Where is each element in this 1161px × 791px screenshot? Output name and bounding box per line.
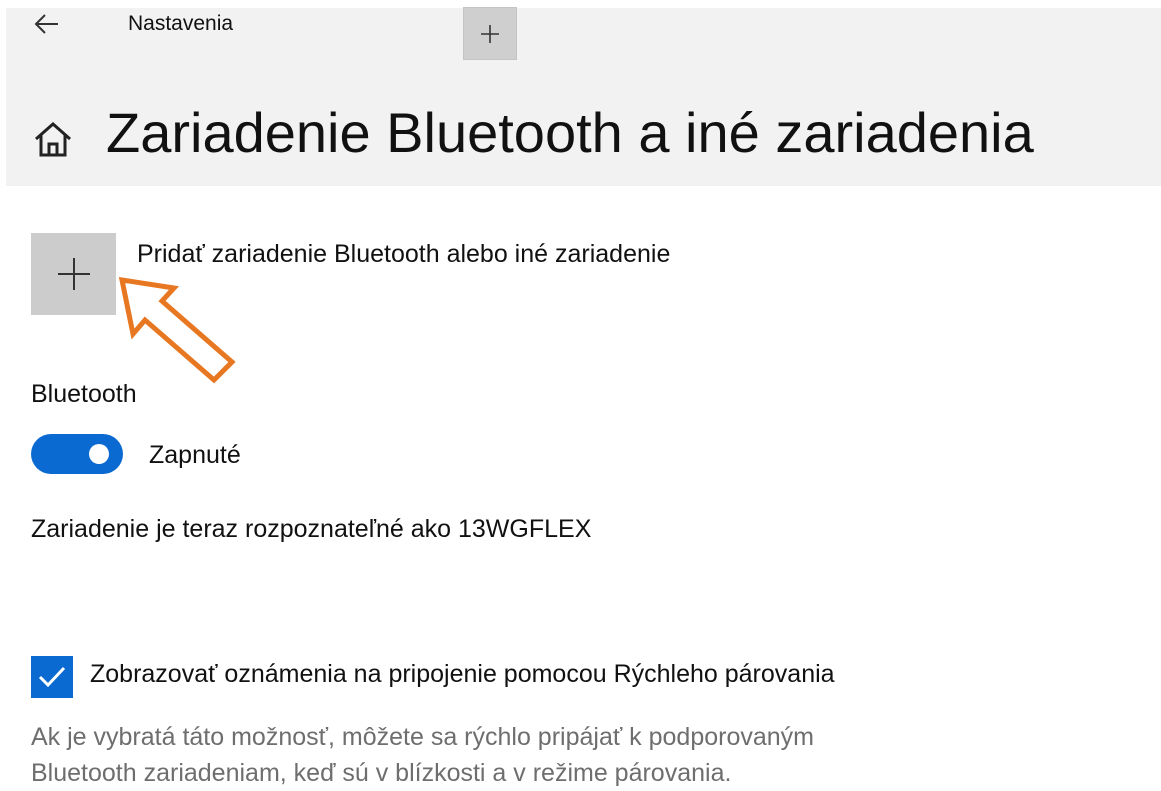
page-title: Zariadenie Bluetooth a iné zariadenia	[106, 101, 1034, 164]
swift-pair-label[interactable]: Zobrazovať oznámenia na pripojenie pomoc…	[90, 660, 835, 689]
bluetooth-toggle[interactable]	[31, 434, 123, 474]
app-title: Nastavenia	[128, 12, 234, 35]
add-device-button[interactable]	[31, 233, 116, 315]
back-button[interactable]	[30, 8, 62, 40]
toggle-state-label: Zapnuté	[149, 441, 241, 469]
plus-icon	[57, 258, 90, 290]
swift-pair-help: Ak je vybratá táto možnosť, môžete sa rý…	[31, 719, 1031, 791]
home-icon[interactable]	[32, 118, 74, 160]
left-edge	[0, 0, 6, 186]
back-arrow-icon	[34, 14, 58, 34]
swift-pair-checkbox[interactable]	[31, 656, 73, 698]
bluetooth-heading: Bluetooth	[31, 380, 137, 408]
add-device-label[interactable]: Pridať zariadenie Bluetooth alebo iné za…	[137, 240, 670, 269]
discoverable-text: Zariadenie je teraz rozpoznateľné ako 13…	[31, 515, 592, 543]
new-window-button[interactable]	[463, 7, 517, 60]
toggle-knob	[89, 444, 109, 464]
top-edge	[0, 0, 1161, 8]
plus-icon	[481, 24, 499, 43]
checkmark-icon	[38, 666, 66, 688]
arrow-annotation-icon	[118, 276, 236, 384]
help-line-1: Ak je vybratá táto možnosť, môžete sa rý…	[31, 723, 815, 751]
help-line-2: Bluetooth zariadeniam, keď sú v blízkost…	[31, 759, 732, 787]
